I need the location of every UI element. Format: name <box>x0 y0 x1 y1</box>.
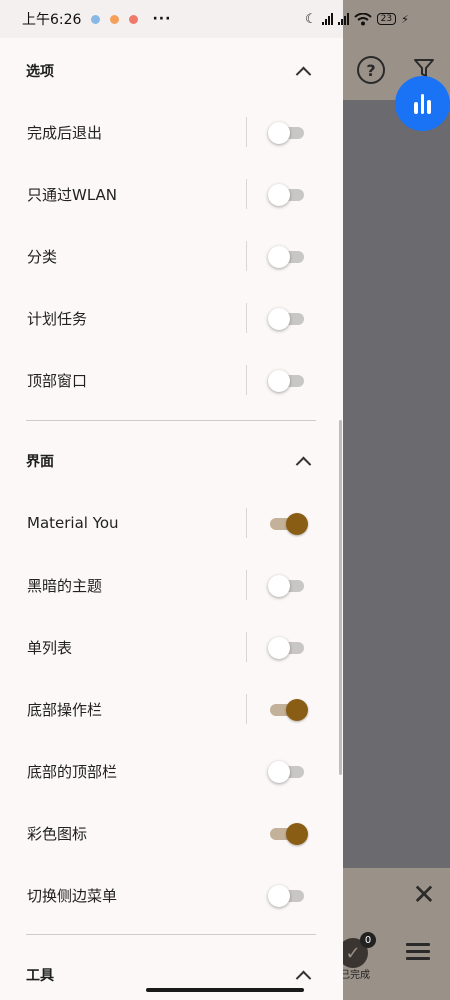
divider <box>246 694 247 724</box>
setting-label: 彩色图标 <box>27 824 88 843</box>
setting-label: 计划任务 <box>27 309 88 328</box>
setting-label: 底部的顶部栏 <box>27 762 118 781</box>
completed-count-badge: 0 <box>360 932 376 948</box>
section-header-interface[interactable]: 界面 <box>0 430 343 492</box>
section-header-options[interactable]: 选项 <box>0 40 343 102</box>
section-divider <box>26 934 316 935</box>
setting-label: Material You <box>27 514 119 532</box>
list-menu-icon[interactable] <box>406 940 430 962</box>
toggle-switch[interactable] <box>268 370 304 392</box>
setting-label: 切换侧边菜单 <box>27 886 118 905</box>
toggle-switch[interactable] <box>268 637 304 659</box>
stats-fab-button[interactable] <box>395 76 450 131</box>
setting-row-colored-icons[interactable]: 彩色图标 <box>0 802 343 864</box>
status-time: 上午6:26 <box>22 12 82 28</box>
setting-row-single-list[interactable]: 单列表 <box>0 616 343 678</box>
divider <box>246 241 247 271</box>
bar-chart-icon <box>414 93 431 114</box>
notification-icon <box>91 14 101 24</box>
divider <box>246 508 247 538</box>
setting-label: 底部操作栏 <box>27 700 103 719</box>
wifi-icon <box>353 12 372 25</box>
settings-drawer: 选项 完成后退出 只通过WLAN 分类 计划任务 顶部窗口 界面 Materia… <box>0 38 343 1000</box>
setting-row-exit-on-complete[interactable]: 完成后退出 <box>0 101 343 163</box>
signal-icon <box>321 13 333 25</box>
divider <box>246 117 247 147</box>
toggle-switch[interactable] <box>268 761 304 783</box>
toggle-switch[interactable] <box>268 122 304 144</box>
setting-row-categories[interactable]: 分类 <box>0 225 343 287</box>
close-icon[interactable]: ✕ <box>410 878 438 911</box>
toggle-switch[interactable] <box>268 308 304 330</box>
toggle-switch[interactable] <box>268 885 304 907</box>
divider <box>246 179 247 209</box>
setting-label: 分类 <box>27 247 58 266</box>
setting-row-top-window[interactable]: 顶部窗口 <box>0 349 343 411</box>
status-bar: 上午6:26 ··· <box>0 0 343 38</box>
toggle-switch[interactable] <box>268 513 308 535</box>
section-title: 选项 <box>26 64 54 80</box>
setting-label: 完成后退出 <box>27 123 103 142</box>
notification-icon <box>129 14 139 24</box>
toggle-switch[interactable] <box>268 699 308 721</box>
chevron-up-icon[interactable] <box>294 452 312 470</box>
setting-row-scheduled-tasks[interactable]: 计划任务 <box>0 287 343 349</box>
battery-icon: 23 <box>376 13 397 25</box>
notification-icon <box>110 14 120 24</box>
setting-row-toggle-side-menu[interactable]: 切换侧边菜单 <box>0 864 343 926</box>
toggle-switch[interactable] <box>268 184 304 206</box>
toggle-switch[interactable] <box>268 823 308 845</box>
more-notifications-icon: ··· <box>152 11 172 27</box>
home-gesture-bar[interactable] <box>146 988 304 992</box>
setting-row-bottom-top-bar[interactable]: 底部的顶部栏 <box>0 740 343 802</box>
section-title: 界面 <box>26 454 54 470</box>
completed-label: 已完成 <box>340 970 370 981</box>
setting-row-dark-theme[interactable]: 黑暗的主题 <box>0 554 343 616</box>
setting-label: 顶部窗口 <box>27 371 88 390</box>
setting-label: 只通过WLAN <box>27 185 118 204</box>
divider <box>246 632 247 662</box>
toggle-switch[interactable] <box>268 246 304 268</box>
toggle-switch[interactable] <box>268 575 304 597</box>
section-title: 工具 <box>26 968 54 984</box>
setting-label: 黑暗的主题 <box>27 576 103 595</box>
chevron-up-icon[interactable] <box>294 62 312 80</box>
signal-icon <box>337 13 349 25</box>
divider <box>246 365 247 395</box>
charging-icon: ⚡ <box>401 12 409 26</box>
scrollbar[interactable] <box>339 420 342 775</box>
divider <box>246 303 247 333</box>
divider <box>246 570 247 600</box>
status-bar-system-icons: ☾ 23 ⚡ <box>305 0 450 38</box>
dnd-moon-icon: ☾ <box>305 11 317 27</box>
chevron-up-icon[interactable] <box>294 966 312 984</box>
setting-row-bottom-action-bar[interactable]: 底部操作栏 <box>0 678 343 740</box>
help-icon[interactable]: ? <box>357 56 385 84</box>
setting-label: 单列表 <box>27 638 73 657</box>
setting-row-wlan-only[interactable]: 只通过WLAN <box>0 163 343 225</box>
setting-row-material-you[interactable]: Material You <box>0 492 343 554</box>
section-divider <box>26 420 316 421</box>
